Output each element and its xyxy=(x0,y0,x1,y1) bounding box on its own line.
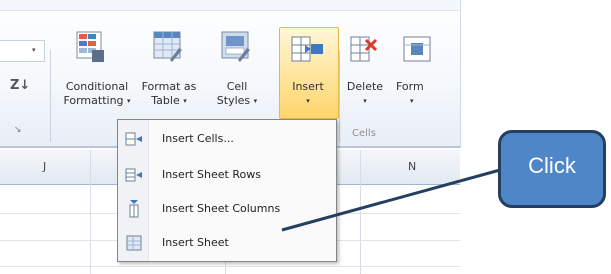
row-divider xyxy=(0,266,460,267)
menu-item-insert-sheet-rows[interactable]: Insert Sheet Rows xyxy=(118,160,336,192)
delete-button[interactable]: Delete ▾ xyxy=(343,80,387,108)
delete-label: Delete xyxy=(346,80,384,93)
format-as-table-label-2: Table xyxy=(151,94,180,107)
conditional-formatting-icon[interactable] xyxy=(76,30,106,64)
chevron-down-icon: ▾ xyxy=(183,97,187,105)
column-letter-j[interactable]: J xyxy=(43,160,46,173)
cells-group-label: Cells xyxy=(352,128,376,139)
menu-item-label: Insert Sheet xyxy=(162,236,229,249)
insert-sheet-icon xyxy=(126,235,142,251)
format-cells-icon[interactable] xyxy=(403,34,433,66)
insert-label-wrap[interactable]: Insert ▾ xyxy=(283,80,333,108)
conditional-formatting-label-2: Formatting xyxy=(63,94,124,107)
chevron-down-icon: ▾ xyxy=(306,97,310,105)
menu-item-insert-sheet-columns[interactable]: Insert Sheet Columns xyxy=(118,194,336,226)
chevron-down-icon: ▾ xyxy=(253,97,258,105)
format-button[interactable]: Form ▾ xyxy=(396,80,438,108)
menu-item-insert-cells[interactable]: Insert Cells... xyxy=(118,124,336,156)
insert-columns-icon xyxy=(129,200,139,218)
cell-styles-label-2: Styles xyxy=(216,94,251,107)
cell-styles-label-1: Cell xyxy=(226,80,248,93)
click-callout: Click xyxy=(498,130,606,208)
menu-item-insert-sheet[interactable]: Insert Sheet xyxy=(118,228,336,260)
delete-cells-icon[interactable] xyxy=(350,34,380,66)
insert-cells-icon xyxy=(125,132,142,146)
cell-styles-button[interactable]: Cell Styles ▾ xyxy=(210,80,264,108)
column-divider[interactable] xyxy=(360,150,361,274)
chevron-down-icon: ▾ xyxy=(410,97,414,105)
callout-text: Click xyxy=(528,153,576,178)
insert-label: Insert xyxy=(292,80,324,93)
font-size-dropdown[interactable] xyxy=(0,40,45,62)
group-separator xyxy=(339,50,340,142)
column-letter-n[interactable]: N xyxy=(408,160,416,173)
menu-item-label: Insert Cells... xyxy=(162,132,234,145)
insert-cells-icon[interactable] xyxy=(291,34,325,66)
insert-dropdown-menu: Insert Cells... Insert Sheet Rows Insert… xyxy=(117,119,337,262)
chevron-down-icon: ▾ xyxy=(363,97,367,105)
ribbon-top-strip xyxy=(0,0,460,11)
dialog-launcher-icon[interactable]: ↘ xyxy=(14,125,22,135)
column-divider[interactable] xyxy=(90,150,91,274)
format-as-table-label-1: Format as xyxy=(141,80,197,93)
cell-styles-icon[interactable] xyxy=(220,30,252,64)
chevron-down-icon: ▾ xyxy=(127,97,131,105)
insert-rows-icon xyxy=(125,168,142,182)
menu-item-label: Insert Sheet Rows xyxy=(162,168,261,181)
group-separator xyxy=(50,50,51,142)
conditional-formatting-button[interactable]: Conditional Formatting ▾ xyxy=(62,80,132,108)
conditional-formatting-label-1: Conditional xyxy=(65,80,129,93)
format-as-table-icon[interactable] xyxy=(152,30,184,64)
chevron-down-icon[interactable]: ▾ xyxy=(32,46,36,54)
sort-icon[interactable]: Z↓ xyxy=(10,78,30,93)
menu-item-label: Insert Sheet Columns xyxy=(162,202,281,215)
format-label: Form xyxy=(396,80,424,93)
format-as-table-button[interactable]: Format as Table ▾ xyxy=(140,80,198,108)
